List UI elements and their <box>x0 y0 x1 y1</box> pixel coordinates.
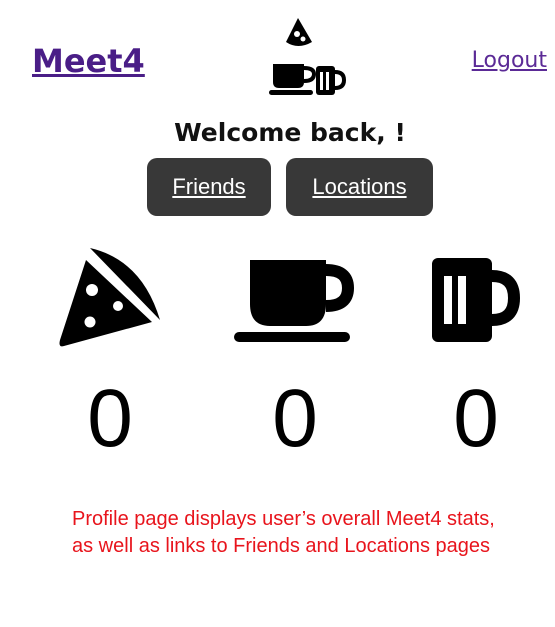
header: Meet4 Logout <box>0 0 555 110</box>
app-logo-icon <box>269 18 346 95</box>
pizza-slice-icon <box>59 248 160 347</box>
welcome-message: Welcome back, ! <box>174 118 406 147</box>
annotation-caption: Profile page displays user’s overall Mee… <box>72 508 495 557</box>
pizza-count: 0 <box>87 373 133 464</box>
coffee-cup-icon <box>234 260 354 342</box>
beer-mug-icon <box>432 258 520 342</box>
brand-home-link[interactable]: Meet4 <box>32 42 145 80</box>
locations-button[interactable]: Locations <box>286 158 433 216</box>
logout-link[interactable]: Logout <box>472 48 547 73</box>
beer-count: 0 <box>453 373 499 464</box>
coffee-count: 0 <box>272 373 318 464</box>
friends-button[interactable]: Friends <box>147 158 271 216</box>
